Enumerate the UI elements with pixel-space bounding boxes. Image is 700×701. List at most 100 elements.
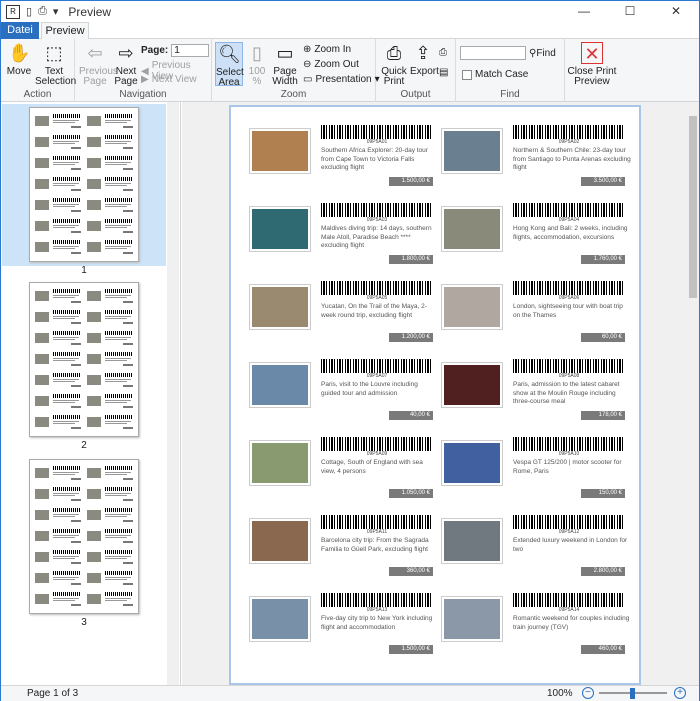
item-description: Paris, visit to the Louvre including gui… [321, 381, 418, 397]
thumbnail-item [87, 135, 135, 151]
page-width-icon: ▭ [276, 43, 294, 63]
report-item: 09P5A13 Five-day city trip to New York in… [249, 593, 441, 665]
tab-file[interactable]: Datei [1, 22, 39, 39]
maximize-button[interactable]: ☐ [607, 1, 653, 22]
ribbon: ✋ Move ⬚ Text Selection Action ⇦ Previou… [1, 39, 699, 102]
thumbnail-item [87, 310, 135, 326]
photo-image [444, 443, 500, 483]
barcode-number: 09P5A11 [366, 529, 388, 535]
page-selector: Page: 1 [141, 44, 210, 57]
close-preview-label: Close Print Preview [567, 66, 617, 87]
barcode [321, 437, 433, 451]
hand-icon: ✋ [8, 43, 31, 63]
barcode-number: 09P5A04 [558, 217, 580, 223]
tab-preview[interactable]: Preview [41, 22, 89, 40]
page-width-button[interactable]: ▭ Page Width [271, 42, 299, 87]
zoom-out-icon[interactable]: − [582, 687, 594, 699]
thumbnail-item [87, 487, 135, 503]
arrow-left-icon: ⇦ [87, 43, 103, 63]
presentation-label: Presentation [315, 74, 372, 85]
select-area-button[interactable]: 🔍︎ Select Area [215, 42, 244, 88]
thumbnail-page[interactable] [29, 459, 139, 614]
presentation-button[interactable]: ▭ Presentation ▾ [303, 74, 380, 85]
dropdown-icon[interactable]: ▾ [53, 5, 59, 18]
thumbnail-item [87, 219, 135, 235]
next-page-button[interactable]: ⇨ Next Page [113, 42, 139, 87]
scroll-thumb[interactable] [689, 116, 697, 298]
thumbnail-item [35, 331, 83, 347]
zoom-level: 100% [547, 688, 573, 699]
thumbnail-item [35, 415, 83, 431]
thumbnail-item [87, 529, 135, 545]
item-photo [249, 596, 311, 642]
item-photo [249, 206, 311, 252]
thumbnail-page[interactable] [29, 282, 139, 437]
move-button[interactable]: ✋ Move [5, 42, 33, 77]
thumbnail-panel: 1 2 3 [1, 102, 181, 685]
photo-image [252, 287, 308, 327]
find-input[interactable] [460, 46, 526, 60]
group-action: ✋ Move ⬚ Text Selection Action [1, 39, 77, 102]
item-photo [441, 596, 503, 642]
item-description: Hong Kong and Bali: 2 weeks, including f… [513, 225, 628, 241]
preview-area: 09P5A01 Southern Africa Explorer: 20-day … [182, 102, 687, 685]
page-label: Page: [141, 45, 169, 56]
barcode [321, 359, 433, 373]
item-description: Five-day city trip to New York including… [321, 615, 433, 631]
item-price: 1.760,00 € [581, 255, 625, 264]
thumbnail-item [87, 331, 135, 347]
status-bar: Page 1 of 3 100% − + [1, 685, 699, 701]
zoom-slider-thumb[interactable] [630, 688, 635, 699]
thumbnail-item [35, 177, 83, 193]
preview-scrollbar[interactable] [687, 102, 699, 685]
report-item: 09P5A02 Northern & Southern Chile: 23-day… [441, 125, 633, 197]
printer-icon[interactable]: ⎙ [38, 5, 47, 18]
match-case-checkbox[interactable] [462, 69, 472, 80]
page-icon: ▯ [252, 43, 262, 63]
text-selection-label: Text Selection [35, 66, 77, 87]
thumbnail-scrollbar[interactable] [167, 102, 179, 685]
zoom-in-icon: ⊕ [303, 44, 312, 55]
next-view-button[interactable]: ▶ Next View [141, 74, 197, 85]
item-description: Maldives diving trip: 14 days, southern … [321, 225, 432, 249]
zoom-out-label: Zoom Out [314, 59, 359, 70]
report-item: 09P5A05 Yucatan, On the Trail of the Maya… [249, 281, 441, 353]
photo-image [252, 599, 308, 639]
zoom-100-button[interactable]: ▯ 100 % [246, 42, 268, 87]
document-icon[interactable]: ▯ [26, 5, 32, 18]
item-photo [441, 362, 503, 408]
report-item: 09P5A12 Extended luxury weekend in London… [441, 515, 633, 587]
photo-image [252, 443, 308, 483]
page-input[interactable]: 1 [171, 44, 210, 57]
close-window-button[interactable]: ✕ [653, 1, 699, 22]
export-button[interactable]: ⇪ Export [410, 42, 439, 77]
report-item: 09P5A11 Barcelona city trip: From the Sag… [249, 515, 441, 587]
photo-image [444, 365, 500, 405]
minimize-button[interactable]: — [561, 1, 607, 22]
thumbnail-item [87, 550, 135, 566]
find-button[interactable]: ⚲Find [529, 48, 556, 59]
zoom-in-icon[interactable]: + [674, 687, 686, 699]
item-photo [249, 362, 311, 408]
report-item: 09P5A01 Southern Africa Explorer: 20-day … [249, 125, 441, 197]
arrow-right-icon: ⇨ [118, 43, 134, 63]
thumbnail-item [87, 373, 135, 389]
item-photo [249, 284, 311, 330]
item-description: Extended luxury weekend in London for tw… [513, 537, 628, 553]
barcode [513, 125, 625, 139]
previous-page-button[interactable]: ⇦ Previous Page [79, 42, 118, 87]
barcode-number: 09P5A14 [558, 607, 580, 613]
zoom-out-button[interactable]: ⊖ Zoom Out [303, 59, 359, 70]
print-setup-button[interactable]: ⎙ [439, 47, 447, 58]
item-price: 1.200,00 € [389, 333, 433, 342]
window-title: Preview [68, 4, 112, 19]
zoom-in-button[interactable]: ⊕ Zoom In [303, 44, 351, 55]
thumbnail-item [87, 289, 135, 305]
match-case-option[interactable]: Match Case [462, 69, 528, 80]
close-preview-button[interactable]: ✕ Close Print Preview [567, 42, 617, 87]
quick-print-button[interactable]: ⎙ Quick Print [380, 42, 408, 87]
barcode-number: 09P5A12 [558, 529, 580, 535]
text-selection-button[interactable]: ⬚ Text Selection [35, 42, 77, 87]
thumbnail-page[interactable] [29, 107, 139, 262]
page-setup-button[interactable]: ▤ [439, 67, 448, 78]
